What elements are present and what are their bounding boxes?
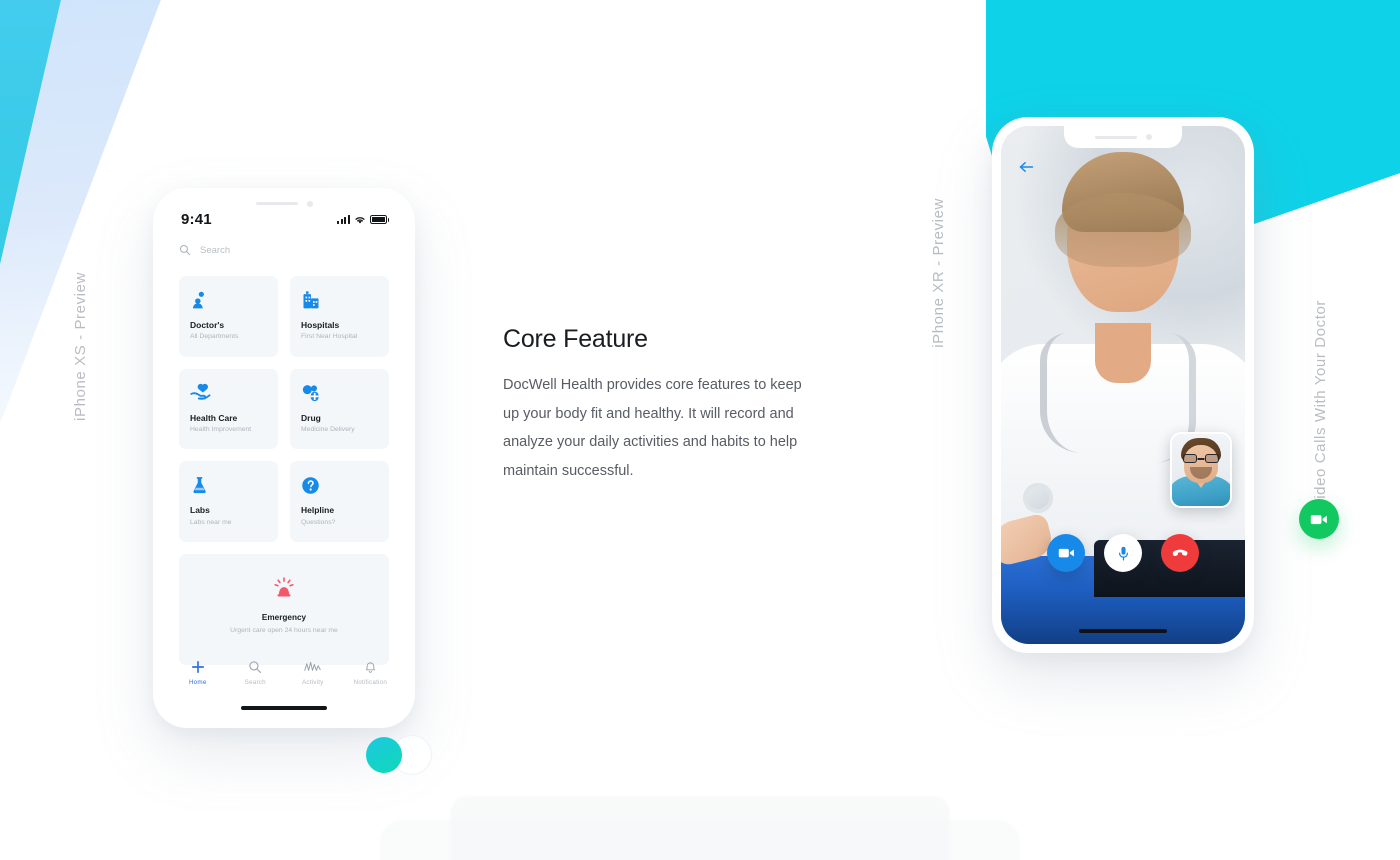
tile-title: Doctor's [190, 320, 225, 330]
back-button[interactable] [1017, 158, 1035, 176]
caption-iphone-xr: iPhone XR - Preview [930, 198, 947, 348]
arrow-left-icon [1019, 161, 1033, 173]
phone-hangup-icon [1172, 549, 1188, 557]
tile-subtitle: Medicine Delivery [301, 425, 355, 433]
search-icon [179, 244, 191, 256]
glasses-icon [1183, 454, 1219, 463]
tile-title: Labs [190, 505, 210, 516]
tile-subtitle: All Departments [190, 333, 239, 341]
tile-helpline[interactable]: Helpline Questions? [290, 461, 389, 543]
front-camera-icon [1145, 134, 1152, 140]
doctor-neck [1095, 322, 1151, 383]
search-input-placeholder: Search [200, 244, 231, 256]
tile-drug[interactable]: Drug Medicine Delivery [290, 368, 389, 450]
doctor-hair-shadow [1055, 193, 1191, 268]
tile-subtitle: First Near Hospital [301, 333, 358, 341]
video-camera-icon [1310, 514, 1327, 524]
feature-tiles-grid: Doctor's All Departments Hospitals First… [179, 276, 389, 666]
tile-subtitle: Health Improvement [190, 425, 252, 433]
home-indicator [1079, 629, 1167, 633]
self-view-thumbnail[interactable] [1170, 432, 1232, 508]
tab-label: Home [188, 679, 207, 686]
tile-labs[interactable]: Labs Labs near me [179, 461, 278, 543]
toggle-video-button[interactable] [1047, 534, 1085, 572]
battery-icon [370, 215, 390, 224]
background-shape-bottom-near [450, 796, 950, 860]
tab-label: Notification [353, 679, 388, 686]
call-controls [1001, 534, 1245, 572]
iphone-xs-mockup: 9:41 Search Doctor's All Departments Hos… [153, 188, 415, 728]
tab-label: Activity [301, 679, 324, 686]
health-care-icon [190, 382, 267, 404]
caption-video-calls: Video Calls With Your Doctor [1312, 300, 1329, 510]
tile-doctors[interactable]: Doctor's All Departments [179, 276, 278, 357]
tile-title: Drug [301, 412, 321, 423]
tile-emergency[interactable]: Emergency Urgent care open 24 hours near… [179, 554, 389, 666]
tab-label: Search [244, 679, 266, 686]
video-call-screen [1001, 126, 1245, 644]
activity-icon [304, 658, 321, 675]
status-bar: 9:41 [153, 211, 415, 228]
question-icon [301, 474, 378, 496]
decorative-circle-gradient [366, 737, 402, 773]
tab-home[interactable]: Home [172, 658, 224, 686]
earpiece-speaker-icon [1094, 135, 1137, 139]
phone-earpiece-area [238, 196, 330, 211]
tile-subtitle: Labs near me [190, 518, 232, 526]
tile-hospitals[interactable]: Hospitals First Near Hospital [290, 276, 389, 357]
start-video-call-fab[interactable] [1299, 499, 1339, 539]
doctor-icon [190, 289, 267, 311]
tile-title: Health Care [190, 412, 238, 423]
search-bar[interactable]: Search [179, 244, 389, 256]
lab-flask-icon [190, 474, 267, 496]
phone-notch [1064, 126, 1182, 148]
microphone-icon [1118, 546, 1128, 560]
presentation-canvas: iPhone XS - Preview iPhone XR - Preview … [0, 0, 1400, 860]
status-indicators [336, 215, 390, 225]
status-time: 9:41 [181, 211, 212, 228]
bottom-tab-bar: Home Search Activity Notification [153, 658, 415, 686]
wifi-icon [355, 216, 365, 224]
tile-health-care[interactable]: Health Care Health Improvement [179, 368, 278, 450]
caption-iphone-xs: iPhone XS - Preview [72, 272, 89, 421]
iphone-xr-mockup [992, 117, 1254, 653]
end-call-button[interactable] [1161, 534, 1199, 572]
hospital-icon [301, 289, 378, 311]
drug-icon [301, 382, 378, 404]
page-title: Core Feature [503, 325, 648, 353]
tile-title: Hospitals [301, 320, 340, 330]
tile-subtitle: Urgent care open 24 hours near me [230, 626, 338, 634]
tile-title: Emergency [261, 613, 307, 623]
tab-notification[interactable]: Notification [344, 658, 396, 686]
tab-activity[interactable]: Activity [287, 658, 339, 686]
search-icon [248, 658, 262, 675]
tile-subtitle: Questions? [301, 518, 336, 526]
decorative-circles [362, 735, 432, 777]
plus-icon [191, 658, 205, 675]
home-indicator [241, 706, 327, 710]
tab-search[interactable]: Search [229, 658, 281, 686]
siren-icon [273, 576, 295, 598]
earpiece-speaker-icon [255, 202, 298, 205]
front-camera-icon [306, 200, 313, 207]
copy-block: Core Feature DocWell Health provides cor… [503, 325, 803, 486]
signal-bars-icon [336, 215, 350, 224]
bell-icon [364, 658, 377, 675]
page-body-text: DocWell Health provides core features to… [503, 377, 802, 480]
tile-title: Helpline [301, 505, 335, 516]
toggle-mic-button[interactable] [1104, 534, 1142, 572]
video-camera-icon [1058, 548, 1074, 558]
